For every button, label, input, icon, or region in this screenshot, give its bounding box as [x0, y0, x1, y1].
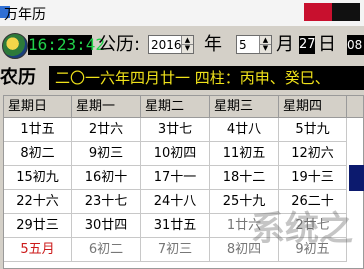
month-label: 月 — [276, 34, 294, 55]
title-bar-controls — [304, 3, 360, 21]
window-title: 万年历 — [4, 7, 46, 23]
day-cell-next-month[interactable]: 7初三 — [141, 238, 210, 262]
day-cell[interactable]: 22十六 — [4, 190, 72, 214]
day-cell-next-month[interactable]: 6初二 — [72, 238, 141, 262]
toolbar: 16:23:42 公历: 2016 ▲ ▼ 年 5 ▲ ▼ 月 27 日 08 — [0, 26, 364, 64]
year-spinner-buttons: ▲ ▼ — [181, 36, 193, 53]
lunar-label: 农历 — [0, 67, 36, 88]
month-spinner[interactable]: 5 ▲ ▼ — [236, 35, 272, 54]
day-cell[interactable]: 16初十 — [72, 166, 141, 190]
day-cell[interactable]: 2廿六 — [72, 118, 141, 142]
day-cell[interactable]: 24十八 — [141, 190, 210, 214]
lunar-info-bar: 二〇一六年四月廿一 四柱：丙申、癸巳、 — [49, 66, 364, 90]
weekday-header-wed: 星期三 — [210, 96, 279, 118]
weekday-header-tue: 星期二 — [141, 96, 210, 118]
clock-display: 16:23:42 — [28, 35, 106, 55]
logo-icon — [2, 33, 28, 59]
day-cell[interactable]: 30廿四 — [72, 214, 141, 238]
day-cell[interactable]: 4廿八 — [210, 118, 279, 142]
day-cell[interactable]: 18十二 — [210, 166, 279, 190]
gregorian-label: 公历: — [98, 34, 141, 55]
watermark-logo: 系统之 — [251, 209, 353, 249]
day-cell[interactable]: 31廿五 — [141, 214, 210, 238]
day-cell[interactable]: 17十一 — [141, 166, 210, 190]
year-spinner[interactable]: 2016 ▲ ▼ — [148, 35, 194, 54]
year-down-icon[interactable]: ▼ — [182, 44, 193, 52]
day-cell[interactable]: 15初九 — [4, 166, 72, 190]
day-cell[interactable]: 19十三 — [279, 166, 347, 190]
month-value[interactable]: 5 — [239, 37, 247, 53]
weekday-header-sun: 星期日 — [4, 96, 72, 118]
title-bar: 万年历 — [0, 0, 364, 27]
right-clipped-field: 08 — [347, 35, 364, 55]
month-down-icon[interactable]: ▼ — [260, 44, 271, 52]
year-label: 年 — [204, 34, 222, 55]
day-cell[interactable]: 8初二 — [4, 142, 72, 166]
weekday-header-thu: 星期四 — [279, 96, 347, 118]
red-block — [304, 3, 332, 21]
weekday-header-clipped — [347, 96, 363, 118]
day-cell[interactable]: 11初五 — [210, 142, 279, 166]
year-value[interactable]: 2016 — [151, 37, 182, 53]
day-cell[interactable]: 5廿九 — [279, 118, 347, 142]
day-cell[interactable]: 3廿七 — [141, 118, 210, 142]
day-cell[interactable]: 10初四 — [141, 142, 210, 166]
black-block — [332, 3, 360, 21]
weekday-header-mon: 星期一 — [72, 96, 141, 118]
day-cell[interactable]: 23十七 — [72, 190, 141, 214]
selected-day-highlight — [349, 165, 364, 191]
day-cell-month-start[interactable]: 5五月 — [4, 238, 72, 262]
day-cell[interactable]: 9初三 — [72, 142, 141, 166]
day-box[interactable]: 27 — [299, 36, 316, 54]
day-cell[interactable]: 29廿三 — [4, 214, 72, 238]
day-cell[interactable]: 1廿五 — [4, 118, 72, 142]
day-cell[interactable]: 12初六 — [279, 142, 347, 166]
day-label: 日 — [318, 34, 336, 55]
month-spinner-buttons: ▲ ▼ — [259, 36, 271, 53]
